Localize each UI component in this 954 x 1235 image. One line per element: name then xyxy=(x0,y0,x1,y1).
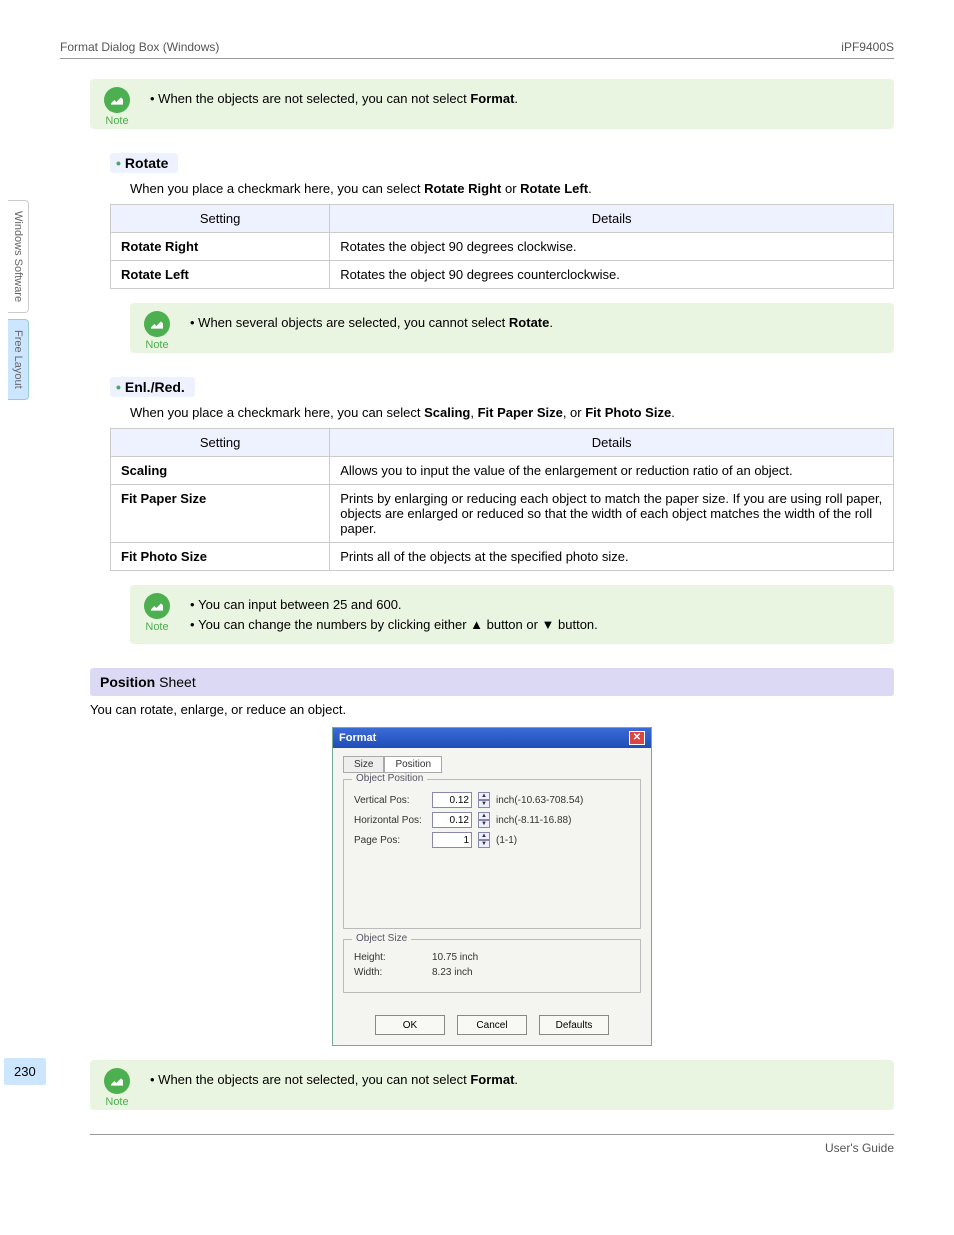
label-horizontal-pos: Horizontal Pos: xyxy=(354,815,426,826)
label-width: Width: xyxy=(354,967,426,978)
chevron-down-icon[interactable]: ▼ xyxy=(478,800,490,808)
chevron-down-icon[interactable]: ▼ xyxy=(478,840,490,848)
subhead-rotate: •Rotate xyxy=(110,153,178,173)
note-icon xyxy=(144,593,170,619)
section-position-sheet: Position Sheet xyxy=(90,668,894,696)
suffix: inch(-10.63-708.54) xyxy=(496,795,583,806)
suffix: inch(-8.11-16.88) xyxy=(496,815,571,826)
table-cell: Rotates the object 90 degrees counterclo… xyxy=(330,261,894,289)
label-page-pos: Page Pos: xyxy=(354,835,426,846)
rotate-table: SettingDetails Rotate RightRotates the o… xyxy=(110,204,894,289)
note-label: Note xyxy=(144,621,170,633)
footer-text: User's Guide xyxy=(825,1141,894,1155)
note-text: When several objects are selected, you c… xyxy=(198,315,509,330)
tab-size[interactable]: Size xyxy=(343,756,384,773)
section-intro: You can rotate, enlarge, or reduce an ob… xyxy=(90,702,894,717)
note-label: Note xyxy=(144,339,170,351)
fieldset-object-position: Object Position xyxy=(352,773,427,784)
table-cell: Fit Photo Size xyxy=(111,543,330,571)
note-text: You can input between 25 and 600. xyxy=(198,597,401,612)
note-block: Note • When several objects are selected… xyxy=(130,303,894,353)
value-width: 8.23 inch xyxy=(432,967,473,978)
note-text: You can change the numbers by clicking e… xyxy=(198,617,598,632)
ok-button[interactable]: OK xyxy=(375,1015,445,1035)
note-text: When the objects are not selected, you c… xyxy=(158,1072,470,1087)
suffix: (1-1) xyxy=(496,835,517,846)
fieldset-object-size: Object Size xyxy=(352,933,411,944)
header-right: iPF9400S xyxy=(841,40,894,54)
defaults-button[interactable]: Defaults xyxy=(539,1015,609,1035)
th-details: Details xyxy=(330,205,894,233)
note-icon xyxy=(104,87,130,113)
th-setting: Setting xyxy=(111,205,330,233)
cancel-button[interactable]: Cancel xyxy=(457,1015,527,1035)
table-cell: Fit Paper Size xyxy=(111,485,330,543)
chevron-up-icon[interactable]: ▲ xyxy=(478,792,490,800)
table-cell: Rotate Left xyxy=(111,261,330,289)
table-cell: Allows you to input the value of the enl… xyxy=(330,457,894,485)
spinner[interactable]: ▲▼ xyxy=(478,832,490,848)
table-cell: Prints all of the objects at the specifi… xyxy=(330,543,894,571)
th-details: Details xyxy=(330,429,894,457)
close-icon[interactable]: ✕ xyxy=(629,731,645,745)
table-cell: Rotate Right xyxy=(111,233,330,261)
note-label: Note xyxy=(104,115,130,127)
note-text: When the objects are not selected, you c… xyxy=(158,91,470,106)
enlred-table: SettingDetails ScalingAllows you to inpu… xyxy=(110,428,894,571)
chevron-up-icon[interactable]: ▲ xyxy=(478,812,490,820)
note-block: Note • You can input between 25 and 600.… xyxy=(130,585,894,644)
note-block: Note • When the objects are not selected… xyxy=(90,1060,894,1110)
spinner[interactable]: ▲▼ xyxy=(478,792,490,808)
table-cell: Scaling xyxy=(111,457,330,485)
label-vertical-pos: Vertical Pos: xyxy=(354,795,426,806)
subhead-enlred: •Enl./Red. xyxy=(110,377,195,397)
page-pos-input[interactable] xyxy=(432,832,472,848)
vertical-pos-input[interactable] xyxy=(432,792,472,808)
th-setting: Setting xyxy=(111,429,330,457)
chevron-up-icon[interactable]: ▲ xyxy=(478,832,490,840)
note-label: Note xyxy=(104,1096,130,1108)
header-left: Format Dialog Box (Windows) xyxy=(60,40,219,54)
horizontal-pos-input[interactable] xyxy=(432,812,472,828)
table-cell: Prints by enlarging or reducing each obj… xyxy=(330,485,894,543)
value-height: 10.75 inch xyxy=(432,952,478,963)
dialog-title: Format xyxy=(339,732,376,744)
chevron-down-icon[interactable]: ▼ xyxy=(478,820,490,828)
format-dialog: Format ✕ Size Position Object Position V… xyxy=(332,727,652,1046)
tab-position[interactable]: Position xyxy=(384,756,442,773)
label-height: Height: xyxy=(354,952,426,963)
spinner[interactable]: ▲▼ xyxy=(478,812,490,828)
note-icon xyxy=(104,1068,130,1094)
table-cell: Rotates the object 90 degrees clockwise. xyxy=(330,233,894,261)
note-block: Note • When the objects are not selected… xyxy=(90,79,894,129)
note-icon xyxy=(144,311,170,337)
